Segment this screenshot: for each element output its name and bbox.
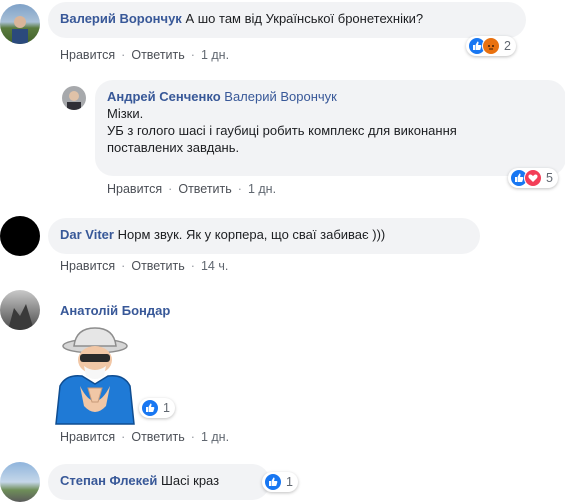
reactions-summary[interactable]: 1 <box>262 472 298 492</box>
comment-bubble: Валерий Ворончук А шо там від Українсько… <box>48 2 526 38</box>
comment-text-line: поставлених завдань. <box>107 140 240 155</box>
comment-actions: Нравится · Ответить · 1 дн. <box>60 48 230 62</box>
reactions-summary[interactable]: 5 <box>508 168 558 188</box>
comment-bubble: Dar Viter Норм звук. Як у корпера, що св… <box>48 218 480 254</box>
comment-text-line: Мізки. <box>107 106 144 121</box>
love-icon <box>524 169 542 187</box>
comment-author[interactable]: Dar Viter <box>60 227 114 242</box>
comment-actions: Нравится · Ответить · 1 дн. <box>107 182 277 196</box>
comment-actions: Нравится · Ответить · 1 дн. <box>60 430 230 444</box>
reaction-count: 1 <box>163 401 170 415</box>
comment-bubble: Андрей Сенченко Валерий Ворончук Мізки. … <box>95 80 565 176</box>
comment-author[interactable]: Степан Флекей <box>60 473 157 488</box>
angry-icon <box>482 37 500 55</box>
avatar-photo <box>8 304 34 330</box>
timestamp[interactable]: 1 дн. <box>201 430 229 444</box>
reply-link[interactable]: Ответить <box>131 259 184 273</box>
timestamp[interactable]: 14 ч. <box>201 259 228 273</box>
like-link[interactable]: Нравится <box>60 430 115 444</box>
comment-actions: Нравится · Ответить · 14 ч. <box>60 259 229 273</box>
reply-link[interactable]: Ответить <box>178 182 231 196</box>
comment-text-line: УБ з голого шасі і гаубиці робить компле… <box>107 123 457 138</box>
like-link[interactable]: Нравится <box>60 48 115 62</box>
comment-text: А шо там від Української бронетехніки? <box>185 11 424 26</box>
comment-author[interactable]: Андрей Сенченко <box>107 89 221 104</box>
comment-author[interactable]: Валерий Ворончук <box>60 11 182 26</box>
comment-text: Шасі краз <box>160 473 220 488</box>
reactions-summary[interactable]: 2 <box>466 36 516 56</box>
reaction-count: 2 <box>504 39 511 53</box>
like-link[interactable]: Нравится <box>60 259 115 273</box>
avatar[interactable] <box>0 290 40 330</box>
like-icon <box>141 399 159 417</box>
reply-link[interactable]: Ответить <box>131 430 184 444</box>
avatar[interactable] <box>62 86 86 110</box>
clapping-grandpa-sticker <box>50 326 140 426</box>
avatar[interactable] <box>0 462 40 502</box>
avatar[interactable] <box>0 216 40 256</box>
avatar-photo <box>12 16 28 44</box>
avatar-photo <box>67 91 81 110</box>
reaction-count: 5 <box>546 171 553 185</box>
like-icon <box>264 473 282 491</box>
comment-bubble: Степан Флекей Шасі краз <box>48 464 270 500</box>
avatar[interactable] <box>0 4 40 44</box>
like-link[interactable]: Нравится <box>107 182 162 196</box>
comment-text: Норм звук. Як у корпера, що сваї забиває… <box>117 227 386 242</box>
mention-link[interactable]: Валерий Ворончук <box>224 89 337 104</box>
reply-link[interactable]: Ответить <box>131 48 184 62</box>
timestamp[interactable]: 1 дн. <box>248 182 276 196</box>
timestamp[interactable]: 1 дн. <box>201 48 229 62</box>
comment-author[interactable]: Анатолій Бондар <box>60 303 170 318</box>
reactions-summary[interactable]: 1 <box>139 398 175 418</box>
reaction-count: 1 <box>286 475 293 489</box>
